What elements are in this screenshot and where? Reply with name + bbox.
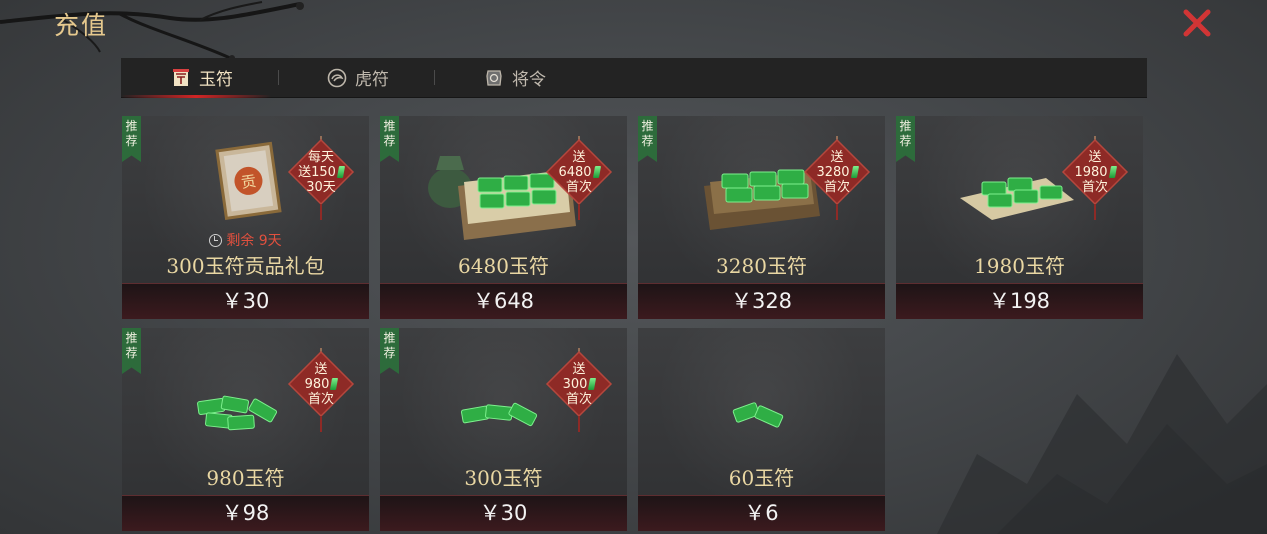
bonus-badge: 送 300 首次 bbox=[543, 348, 615, 432]
jade-icon bbox=[330, 378, 339, 390]
page-title: 充值 bbox=[54, 11, 109, 40]
tab-general-order[interactable]: 将令 bbox=[484, 58, 546, 97]
price-button[interactable]: ￥98 bbox=[122, 495, 369, 531]
countdown-label: 剩余 9天 bbox=[226, 233, 282, 249]
product-name: 300玉符 bbox=[464, 466, 543, 490]
badge-line: 980 bbox=[304, 376, 330, 392]
active-tab-underline bbox=[121, 95, 271, 98]
product-card-6480[interactable]: 推荐 送 6480 首次 6480玉符 ￥648 bbox=[380, 116, 627, 319]
recommend-tag: 推荐 bbox=[122, 328, 141, 374]
jade-icon bbox=[592, 166, 601, 178]
jade-icon bbox=[588, 378, 597, 390]
jade-token-icon bbox=[171, 68, 191, 88]
badge-line: 送 bbox=[572, 149, 586, 165]
clock-icon bbox=[209, 233, 223, 247]
tab-divider bbox=[278, 70, 279, 85]
badge-line: 首次 bbox=[565, 179, 592, 195]
badge-line: 送 bbox=[830, 149, 844, 165]
price-button[interactable]: ￥6 bbox=[638, 495, 885, 531]
jade-icon bbox=[1108, 166, 1117, 178]
price-button[interactable]: ￥30 bbox=[122, 283, 369, 319]
product-name: 60玉符 bbox=[728, 466, 795, 490]
badge-line: 6480 bbox=[558, 164, 592, 180]
tab-label: 虎符 bbox=[355, 70, 389, 90]
badge-line: 300 bbox=[562, 376, 588, 392]
badge-line: 送150 bbox=[298, 164, 336, 180]
price-button[interactable]: ￥30 bbox=[380, 495, 627, 531]
product-name: 300玉符贡品礼包 bbox=[166, 254, 325, 278]
badge-line: 首次 bbox=[565, 391, 592, 407]
bonus-badge: 送 6480 首次 bbox=[543, 136, 615, 220]
product-card-1980[interactable]: 推荐 送 1980 首次 1980玉符 ￥198 bbox=[896, 116, 1143, 319]
tab-jade-token[interactable]: 玉符 bbox=[171, 58, 233, 97]
bonus-badge: 送 3280 首次 bbox=[801, 136, 873, 220]
badge-line: 送 bbox=[572, 361, 586, 377]
badge-line: 3280 bbox=[816, 164, 850, 180]
recommend-tag: 推荐 bbox=[122, 116, 141, 162]
price-button[interactable]: ￥198 bbox=[896, 283, 1143, 319]
jade-pile-image bbox=[732, 402, 784, 428]
jade-icon bbox=[336, 166, 345, 178]
tab-label: 玉符 bbox=[199, 70, 233, 90]
tiger-token-icon bbox=[327, 68, 347, 88]
badge-line: 每天 bbox=[307, 149, 334, 165]
bonus-badge: 每天 送150 30天 bbox=[285, 136, 357, 220]
badge-line: 1980 bbox=[1074, 164, 1108, 180]
recommend-tag: 推荐 bbox=[896, 116, 915, 162]
product-card-300-gift[interactable]: 贡 推荐 每天 送150 30天 剩余 9天 300玉符贡品礼包 ￥30 bbox=[122, 116, 369, 319]
svg-text:贡: 贡 bbox=[240, 172, 257, 192]
general-order-icon bbox=[484, 68, 504, 88]
badge-line: 送 bbox=[314, 361, 328, 377]
badge-line: 送 bbox=[1088, 149, 1102, 165]
close-icon[interactable] bbox=[1180, 6, 1214, 40]
bonus-badge: 送 1980 首次 bbox=[1059, 136, 1131, 220]
recommend-tag: 推荐 bbox=[638, 116, 657, 162]
tab-bar: 玉符 虎符 将令 bbox=[121, 58, 1147, 98]
product-name: 1980玉符 bbox=[974, 254, 1065, 278]
badge-line: 首次 bbox=[307, 391, 334, 407]
bonus-badge: 送 980 首次 bbox=[285, 348, 357, 432]
tab-divider bbox=[434, 70, 435, 85]
product-card-300[interactable]: 推荐 送 300 首次 300玉符 ￥30 bbox=[380, 328, 627, 531]
badge-line: 30天 bbox=[306, 179, 336, 195]
tab-tiger-token[interactable]: 虎符 bbox=[327, 58, 389, 97]
badge-line: 首次 bbox=[1081, 179, 1108, 195]
product-card-3280[interactable]: 推荐 送 3280 首次 3280玉符 ￥328 bbox=[638, 116, 885, 319]
price-button[interactable]: ￥328 bbox=[638, 283, 885, 319]
jade-icon bbox=[850, 166, 859, 178]
badge-line: 首次 bbox=[823, 179, 850, 195]
recommend-tag: 推荐 bbox=[380, 328, 399, 374]
tab-label: 将令 bbox=[512, 70, 546, 90]
countdown: 剩余 9天 bbox=[122, 230, 369, 250]
product-name: 6480玉符 bbox=[458, 254, 549, 278]
product-name: 980玉符 bbox=[206, 466, 285, 490]
product-name: 3280玉符 bbox=[716, 254, 807, 278]
product-card-60[interactable]: 60玉符 ￥6 bbox=[638, 328, 885, 531]
product-card-980[interactable]: 推荐 送 980 首次 980玉符 ￥98 bbox=[122, 328, 369, 531]
recommend-tag: 推荐 bbox=[380, 116, 399, 162]
price-button[interactable]: ￥648 bbox=[380, 283, 627, 319]
